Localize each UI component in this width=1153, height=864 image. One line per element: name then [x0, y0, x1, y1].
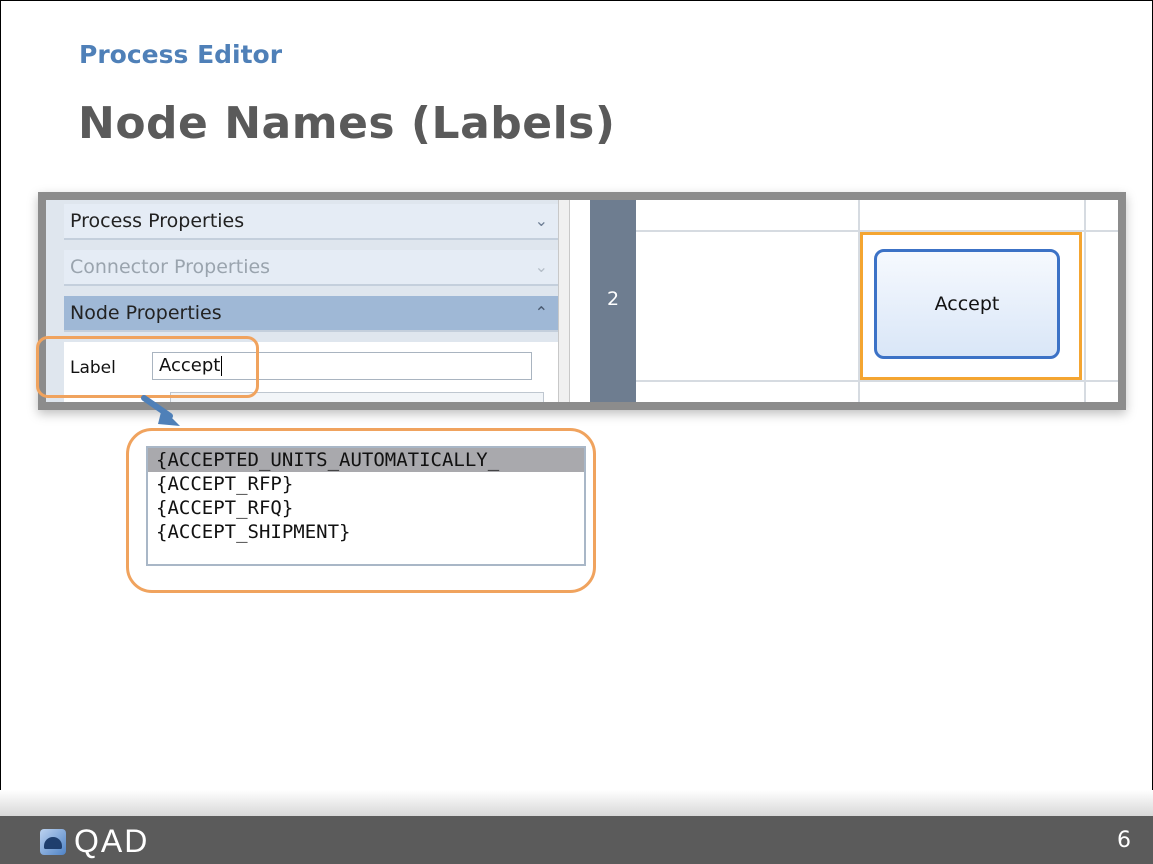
grid-line	[1084, 200, 1086, 402]
footer-bar	[0, 816, 1153, 864]
logo-text: QAD	[74, 823, 150, 859]
autocomplete-option-partial[interactable]	[148, 544, 584, 552]
chevron-down-icon[interactable]: ⌄	[535, 250, 548, 284]
autocomplete-option[interactable]: {ACCEPT_RFP}	[148, 472, 584, 496]
autocomplete-option[interactable]: {ACCEPT_SHIPMENT}	[148, 520, 584, 544]
swimlane-row-header: 2	[590, 200, 636, 402]
footer-fade	[0, 790, 1153, 816]
chevron-down-icon[interactable]: ⌄	[535, 204, 548, 238]
page-number: 6	[1117, 828, 1131, 853]
node-properties-label: Node Properties	[70, 302, 222, 324]
label-callout-highlight	[36, 336, 259, 398]
connector-properties-header[interactable]: Connector Properties ⌄	[64, 250, 558, 286]
process-properties-header[interactable]: Process Properties ⌄	[64, 204, 558, 240]
chevron-up-icon[interactable]: ⌃	[535, 296, 548, 330]
process-canvas[interactable]: Accept	[636, 200, 1118, 402]
accept-node[interactable]: Accept	[874, 249, 1060, 359]
slide-title: Node Names (Labels)	[78, 98, 616, 149]
connector-properties-label: Connector Properties	[70, 256, 271, 278]
grid-line	[636, 380, 1118, 382]
autocomplete-option[interactable]: {ACCEPTED_UNITS_AUTOMATICALLY_	[148, 448, 584, 472]
slide-subtitle: Process Editor	[79, 40, 283, 69]
qad-logo-icon	[40, 829, 66, 855]
process-properties-label: Process Properties	[70, 210, 245, 232]
node-properties-header[interactable]: Node Properties ⌃	[64, 296, 558, 332]
row-number: 2	[606, 288, 620, 310]
autocomplete-list[interactable]: {ACCEPTED_UNITS_AUTOMATICALLY_ {ACCEPT_R…	[146, 446, 586, 566]
autocomplete-option[interactable]: {ACCEPT_RFQ}	[148, 496, 584, 520]
panel-splitter[interactable]	[558, 200, 570, 402]
